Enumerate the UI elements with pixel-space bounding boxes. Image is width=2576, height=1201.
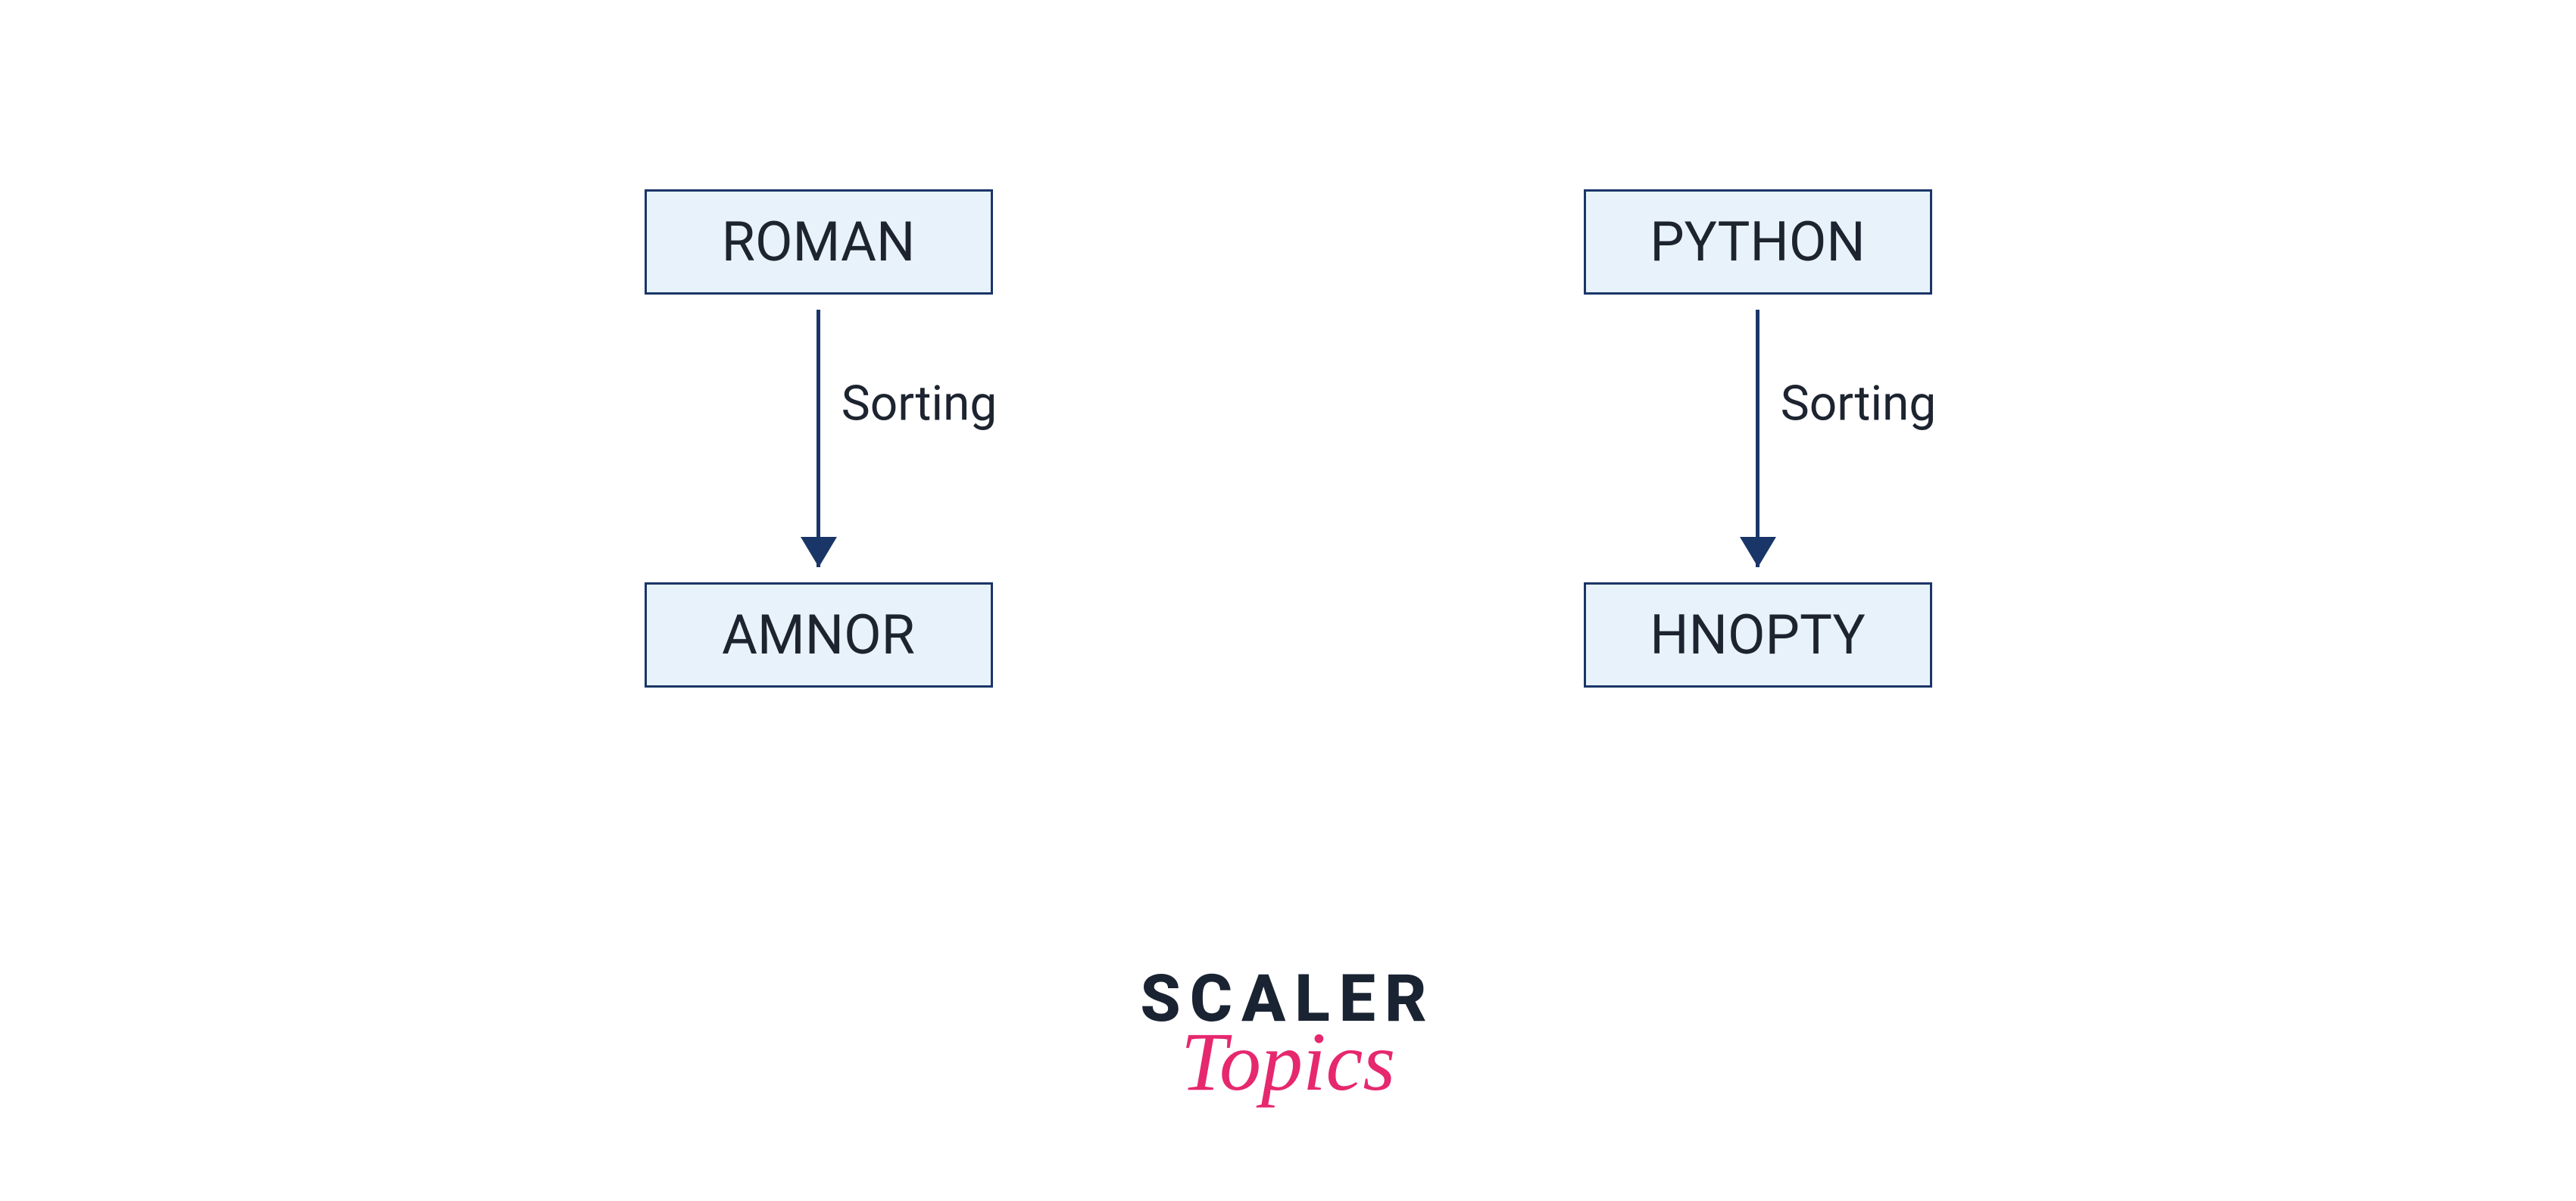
input-box: PYTHON <box>1584 189 1932 295</box>
arrow-down-icon <box>801 537 837 567</box>
arrow-section: Sorting <box>817 295 820 582</box>
arrow-label: Sorting <box>819 376 998 432</box>
arrow-line <box>817 310 820 567</box>
diagram-container: ROMAN Sorting AMNOR PYTHON Sorting HNOPT… <box>0 189 2576 688</box>
logo-line2: Topics <box>1140 1014 1435 1110</box>
flow-right: PYTHON Sorting HNOPTY <box>1584 189 1932 688</box>
input-box: ROMAN <box>645 189 993 295</box>
output-box: HNOPTY <box>1584 582 1932 688</box>
arrow-label: Sorting <box>1758 376 1937 432</box>
scaler-topics-logo: SCALER Topics <box>1140 960 1435 1110</box>
arrow-section: Sorting <box>1756 295 1759 582</box>
output-box: AMNOR <box>645 582 993 688</box>
arrow-line <box>1756 310 1759 567</box>
arrow-down-icon <box>1740 537 1776 567</box>
flow-left: ROMAN Sorting AMNOR <box>645 189 993 688</box>
